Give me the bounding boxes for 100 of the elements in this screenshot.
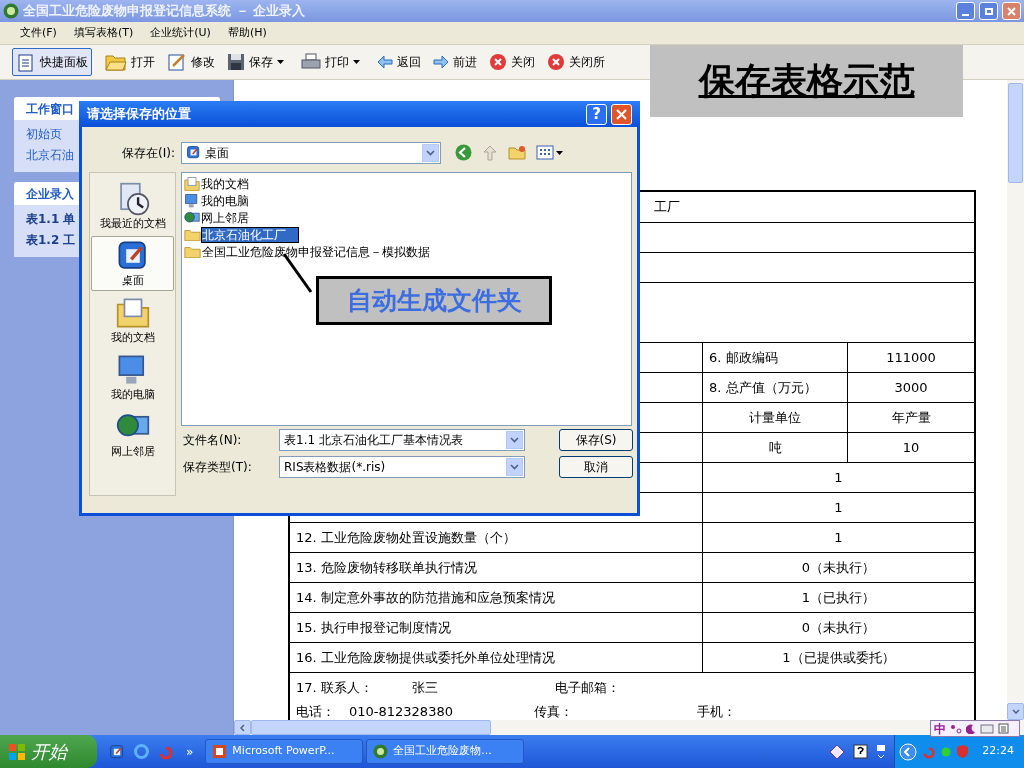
toolbar-button[interactable]: 返回: [373, 48, 425, 76]
menu-item[interactable]: 文件(F): [20, 24, 57, 42]
table-cell-text: 工厂: [654, 198, 680, 217]
close-button[interactable]: [1002, 2, 1021, 20]
keyboard-icon[interactable]: [980, 723, 994, 734]
display-icon[interactable]: [876, 743, 887, 760]
taskbar-button[interactable]: Microsoft PowerP...: [205, 739, 364, 764]
table-cell-text: 13. 危险废物转移联单执行情况: [296, 558, 477, 577]
table-cell-text: 1（已执行）: [801, 588, 876, 607]
close-icon: [1007, 6, 1016, 16]
up-folder-icon[interactable]: [482, 144, 498, 161]
callout-text: 自动生成文件夹: [346, 284, 522, 317]
field-label: 电话：: [296, 702, 336, 720]
left-arrow-icon: [377, 55, 393, 69]
help-icon[interactable]: [853, 744, 869, 759]
menu-item[interactable]: 企业统计(U): [150, 24, 211, 42]
save-in-dropdown[interactable]: 桌面: [181, 141, 441, 164]
emblem-icon: [3, 3, 19, 19]
file-type-label: 保存类型(T):: [183, 459, 253, 476]
panel-title: 企业录入: [26, 185, 74, 203]
views-icon: [536, 145, 554, 160]
toolbar-button[interactable]: 快捷面板: [12, 48, 92, 76]
right-arrow-icon: [433, 55, 449, 69]
callout-text: 保存表格示范: [698, 59, 915, 103]
emblem-icon: [373, 744, 389, 759]
help-button[interactable]: ?: [586, 103, 607, 125]
toolbar-button[interactable]: 修改: [163, 48, 219, 76]
table-cell-text: 年产量: [891, 408, 931, 427]
dropdown-button[interactable]: [422, 143, 439, 162]
taskbar-button[interactable]: 全国工业危险废物...: [366, 739, 525, 764]
table-cell-text: 16. 工业危险废物提供或委托外单位处理情况: [296, 648, 555, 667]
more-button[interactable]: »: [186, 742, 194, 761]
toolbar-button[interactable]: 关闭所: [543, 48, 609, 76]
table-cell-text: 1（已提供或委托）: [782, 648, 895, 667]
toolbar-button[interactable]: 关闭: [485, 48, 539, 76]
vertical-scrollbar[interactable]: [1007, 80, 1024, 720]
scroll-left-button[interactable]: [234, 720, 251, 735]
back-icon[interactable]: [455, 144, 472, 161]
toolbar-button[interactable]: 前进: [429, 48, 481, 76]
minimize-button[interactable]: [956, 2, 975, 20]
globe-monitor-icon: [184, 209, 200, 226]
close-icon: [616, 108, 627, 120]
place-item[interactable]: 我的文档: [91, 293, 174, 348]
clipboard-icon: [16, 52, 36, 72]
place-item[interactable]: 桌面: [91, 236, 174, 291]
restore-button[interactable]: [979, 2, 998, 20]
table-cell-text: 1: [834, 468, 843, 487]
menu-icon[interactable]: [998, 723, 1009, 734]
field-value: 010-812328380: [349, 702, 453, 720]
windows-logo-icon: [8, 742, 26, 761]
document-folder-icon: [184, 175, 200, 192]
chevron-icon: [510, 464, 519, 470]
toolbar-button[interactable]: 打印: [297, 48, 364, 76]
place-item[interactable]: 我的电脑: [91, 350, 174, 405]
chevron-icon: [426, 149, 435, 156]
field-label: 17. 联系人：: [296, 679, 374, 698]
table-cell-text: 吨: [768, 438, 782, 457]
chevron-icon: [240, 723, 245, 732]
save-button[interactable]: 保存(S): [559, 429, 633, 451]
menu-item[interactable]: 帮助(H): [227, 24, 267, 42]
browser-icon[interactable]: [133, 743, 150, 760]
scroll-down-button[interactable]: [1007, 703, 1024, 720]
views-menu[interactable]: [536, 145, 563, 160]
chevron-icon: [1011, 709, 1020, 714]
file-item[interactable]: 我的电脑: [201, 193, 249, 208]
file-type-dropdown[interactable]: RIS表格数据(*.ris): [279, 456, 525, 478]
file-item[interactable]: 北京石油化工厂: [202, 227, 298, 242]
toolbar-button[interactable]: 保存: [223, 48, 288, 76]
ime-mode[interactable]: 中: [934, 722, 946, 735]
toolbar-button[interactable]: 打开: [101, 48, 159, 76]
floppy-icon: [227, 53, 245, 71]
moon-icon[interactable]: [966, 723, 976, 734]
close-icon: [547, 53, 565, 71]
file-item[interactable]: 网上邻居: [201, 210, 249, 225]
close-button[interactable]: [611, 103, 632, 125]
file-item[interactable]: 全国工业危险废物申报登记信息－模拟数据: [202, 244, 430, 259]
monitor-icon: [184, 192, 200, 209]
cancel-button[interactable]: 取消: [559, 456, 633, 478]
start-button[interactable]: 开始: [0, 735, 97, 768]
punctuation-icon[interactable]: [950, 723, 962, 734]
place-item[interactable]: 网上邻居: [91, 407, 174, 462]
dropdown-button[interactable]: [506, 431, 523, 449]
dialog-title: 请选择保存的位置: [87, 105, 192, 124]
file-name-field[interactable]: 表1.1 北京石油化工厂基本情况表: [279, 429, 525, 451]
status-dot-icon[interactable]: [941, 746, 952, 757]
table-cell-text: 10: [902, 438, 920, 457]
new-folder-icon[interactable]: [508, 145, 526, 160]
menu-item[interactable]: 填写表格(T): [73, 24, 134, 42]
table-cell-text: 6. 邮政编码: [709, 348, 778, 367]
scroll-thumb[interactable]: [251, 720, 491, 735]
caret-icon: [556, 150, 563, 155]
diamond-icon[interactable]: [829, 743, 846, 760]
place-item[interactable]: 我最近的文档: [91, 179, 174, 234]
panel-title: 工作窗口: [26, 100, 74, 118]
scroll-thumb[interactable]: [1008, 83, 1023, 183]
pencil-document-icon: [167, 52, 187, 72]
file-item[interactable]: 我的文档: [201, 176, 249, 191]
chevron-left-icon[interactable]: [899, 742, 918, 761]
dropdown-button[interactable]: [506, 458, 523, 476]
table-cell-text: 3000: [894, 378, 928, 397]
